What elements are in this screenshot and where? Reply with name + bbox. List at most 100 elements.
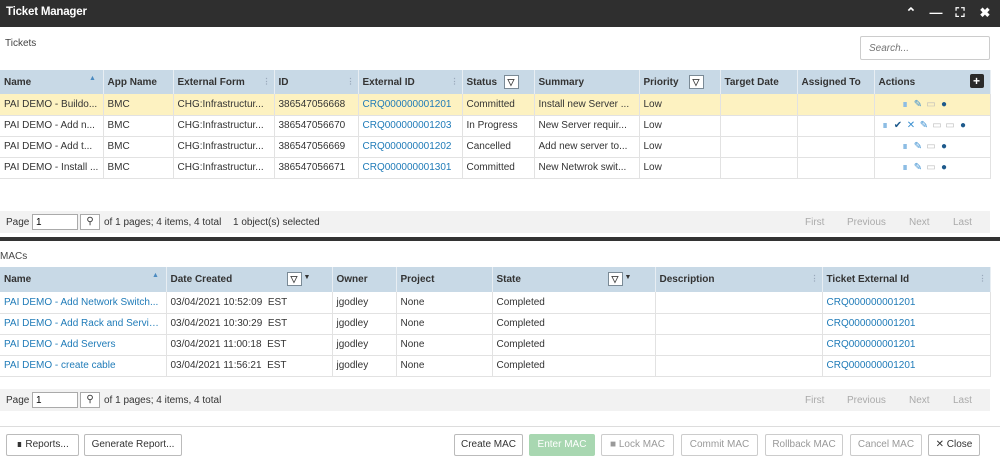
ticket-external-id-link[interactable]: CRQ000000001201 bbox=[822, 292, 991, 314]
cell-status: In Progress bbox=[462, 115, 535, 137]
table-row[interactable]: PAI DEMO - Add Rack and Servic... 03/04/… bbox=[0, 313, 991, 335]
funnel-icon[interactable]: ▽ bbox=[607, 272, 623, 286]
last-page-link[interactable]: Last bbox=[953, 217, 972, 228]
cancel-mac-button[interactable]: Cancel MAC bbox=[850, 434, 922, 456]
pencil-icon[interactable]: ✎ bbox=[912, 99, 925, 110]
chevron-down-icon[interactable]: ▼ bbox=[304, 274, 311, 281]
funnel-icon[interactable]: ▽ bbox=[503, 75, 519, 89]
user-icon[interactable]: ● bbox=[957, 120, 970, 131]
enter-mac-button[interactable]: Enter MAC bbox=[529, 434, 595, 456]
user-icon[interactable]: ● bbox=[938, 99, 951, 110]
external-id-link[interactable]: CRQ000000001202 bbox=[358, 136, 463, 158]
first-page-link[interactable]: First bbox=[805, 217, 824, 228]
col-header-ticket-external-id[interactable]: Ticket External Id ⋮ bbox=[822, 267, 991, 292]
table-row[interactable]: PAI DEMO - Add Network Switch... 03/04/2… bbox=[0, 292, 991, 314]
bar-chart-icon[interactable]: ∎ bbox=[899, 99, 912, 110]
page-number-input[interactable] bbox=[32, 392, 78, 408]
col-header-name[interactable]: Name ▲ bbox=[0, 267, 167, 292]
table-row[interactable]: PAI DEMO - Add n... BMC CHG:Infrastructu… bbox=[0, 115, 991, 137]
ticket-external-id-link[interactable]: CRQ000000001201 bbox=[822, 313, 991, 335]
col-header-summary[interactable]: Summary bbox=[534, 70, 640, 94]
pencil-icon[interactable]: ✎ bbox=[912, 141, 925, 152]
funnel-icon[interactable]: ▽ bbox=[688, 75, 704, 89]
cell-target-date bbox=[720, 157, 798, 179]
trash-icon[interactable]: ▭ bbox=[925, 141, 938, 152]
magnifier-icon[interactable]: ⚲ bbox=[80, 392, 100, 408]
external-id-link[interactable]: CRQ000000001201 bbox=[358, 94, 463, 116]
col-header-app-name[interactable]: App Name bbox=[103, 70, 174, 94]
rollback-mac-button[interactable]: Rollback MAC bbox=[765, 434, 843, 456]
col-header-assigned-to[interactable]: Assigned To bbox=[797, 70, 875, 94]
col-header-description[interactable]: Description ⋮ bbox=[655, 267, 823, 292]
next-page-link[interactable]: Next bbox=[909, 395, 930, 406]
mac-name-link[interactable]: PAI DEMO - Add Servers bbox=[0, 334, 167, 356]
mac-name-link[interactable]: PAI DEMO - create cable bbox=[0, 355, 167, 377]
create-mac-button[interactable]: Create MAC bbox=[454, 434, 523, 456]
column-grip-icon: ⋮ bbox=[262, 77, 271, 86]
bar-chart-icon[interactable]: ∎ bbox=[879, 120, 892, 131]
table-row[interactable]: PAI DEMO - Add t... BMC CHG:Infrastructu… bbox=[0, 136, 991, 158]
close-icon[interactable]: ✖ bbox=[976, 4, 994, 22]
ticket-external-id-link[interactable]: CRQ000000001201 bbox=[822, 355, 991, 377]
col-header-status[interactable]: Status ▽ bbox=[462, 70, 535, 94]
first-page-link[interactable]: First bbox=[805, 395, 824, 406]
external-id-link[interactable]: CRQ000000001301 bbox=[358, 157, 463, 179]
lock-icon[interactable]: ▭ bbox=[931, 120, 944, 131]
user-icon[interactable]: ● bbox=[938, 141, 951, 152]
chevron-down-icon[interactable]: ▼ bbox=[625, 274, 632, 281]
cell-status: Committed bbox=[462, 157, 535, 179]
bar-chart-icon[interactable]: ∎ bbox=[899, 141, 912, 152]
col-header-priority[interactable]: Priority ▽ bbox=[639, 70, 721, 94]
cell-owner: jgodley bbox=[332, 334, 397, 356]
pencil-icon[interactable]: ✎ bbox=[912, 162, 925, 173]
checkmark-icon[interactable]: ✔ bbox=[892, 120, 905, 131]
table-row[interactable]: PAI DEMO - create cable 03/04/2021 11:56… bbox=[0, 355, 991, 377]
cell-project: None bbox=[396, 334, 493, 356]
chevron-up-icon[interactable]: ⌃ bbox=[902, 4, 920, 22]
close-button[interactable]: ✕ Close bbox=[928, 434, 980, 456]
cell-priority: Low bbox=[639, 157, 721, 179]
plus-icon[interactable]: + bbox=[969, 74, 984, 88]
panel-splitter[interactable] bbox=[0, 237, 1000, 241]
table-row[interactable]: PAI DEMO - Install ... BMC CHG:Infrastru… bbox=[0, 157, 991, 179]
col-header-state[interactable]: State ▽ ▼ bbox=[492, 267, 656, 292]
magnifier-icon[interactable]: ⚲ bbox=[80, 214, 100, 230]
lock-mac-button[interactable]: ■ Lock MAC bbox=[601, 434, 674, 456]
search-input[interactable] bbox=[860, 36, 990, 60]
funnel-icon[interactable]: ▽ bbox=[286, 272, 302, 286]
trash-icon[interactable]: ▭ bbox=[925, 99, 938, 110]
col-header-external-form[interactable]: External Form ⋮ bbox=[173, 70, 275, 94]
ticket-external-id-link[interactable]: CRQ000000001201 bbox=[822, 334, 991, 356]
page-number-input[interactable] bbox=[32, 214, 78, 230]
cell-description bbox=[655, 355, 823, 377]
last-page-link[interactable]: Last bbox=[953, 395, 972, 406]
col-header-external-id[interactable]: External ID ⋮ bbox=[358, 70, 463, 94]
user-icon[interactable]: ● bbox=[938, 162, 951, 173]
col-header-target-date[interactable]: Target Date bbox=[720, 70, 798, 94]
col-header-id[interactable]: ID ⋮ bbox=[274, 70, 359, 94]
previous-page-link[interactable]: Previous bbox=[847, 395, 886, 406]
maximize-icon[interactable]: ⛶ bbox=[951, 4, 969, 22]
previous-page-link[interactable]: Previous bbox=[847, 217, 886, 228]
mac-name-link[interactable]: PAI DEMO - Add Rack and Servic... bbox=[0, 313, 167, 335]
x-icon[interactable]: ✕ bbox=[905, 120, 918, 131]
generate-report-button[interactable]: Generate Report... bbox=[84, 434, 182, 456]
commit-mac-button[interactable]: Commit MAC bbox=[681, 434, 758, 456]
reports-button[interactable]: ∎ Reports... bbox=[6, 434, 79, 456]
col-header-project[interactable]: Project bbox=[396, 267, 493, 292]
table-row[interactable]: PAI DEMO - Buildo... BMC CHG:Infrastruct… bbox=[0, 94, 991, 116]
lock-icon: ■ bbox=[610, 439, 617, 450]
col-header-name[interactable]: Name ▲ bbox=[0, 70, 104, 94]
external-id-link[interactable]: CRQ000000001203 bbox=[358, 115, 463, 137]
minimize-icon[interactable]: — bbox=[927, 4, 945, 22]
table-row[interactable]: PAI DEMO - Add Servers 03/04/2021 11:00:… bbox=[0, 334, 991, 356]
mac-name-link[interactable]: PAI DEMO - Add Network Switch... bbox=[0, 292, 167, 314]
next-page-link[interactable]: Next bbox=[909, 217, 930, 228]
pencil-icon[interactable]: ✎ bbox=[918, 120, 931, 131]
trash-icon[interactable]: ▭ bbox=[944, 120, 957, 131]
trash-icon[interactable]: ▭ bbox=[925, 162, 938, 173]
col-header-date-created[interactable]: Date Created ▽ ▼ bbox=[166, 267, 333, 292]
col-header-owner[interactable]: Owner bbox=[332, 267, 397, 292]
cell-actions: ∎ ✔ ✕ ✎ ▭ ▭ ● bbox=[874, 115, 991, 137]
bar-chart-icon[interactable]: ∎ bbox=[899, 162, 912, 173]
